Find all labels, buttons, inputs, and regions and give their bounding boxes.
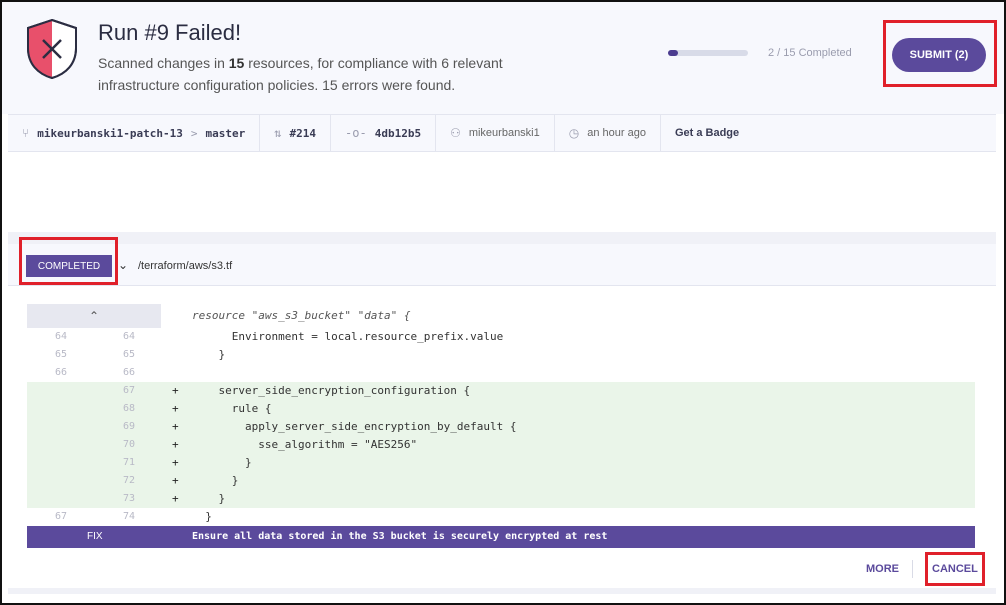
bottom-divider <box>8 588 996 594</box>
new-line-number: 70 <box>122 439 136 450</box>
fix-label[interactable]: FIX <box>87 531 103 542</box>
diff-row: 65 65 } <box>27 346 975 364</box>
pull-request-icon: ⇅ <box>274 126 282 140</box>
diff-marker: + <box>172 402 179 415</box>
progress-fill <box>668 50 679 56</box>
commit-info[interactable]: -o- 4db12b5 <box>331 115 437 151</box>
diff-row: 71 + } <box>27 454 975 472</box>
commit-hash: 4db12b5 <box>374 126 422 140</box>
chevron-up-icon: ⌃ <box>88 309 100 323</box>
diff-row: 67 + server_side_encryption_configuration… <box>27 382 975 400</box>
new-line-number: 74 <box>122 511 136 522</box>
code-line: } <box>192 348 226 361</box>
progress-bar <box>668 50 748 56</box>
code-line: } <box>192 510 212 523</box>
old-line-number: 65 <box>54 349 68 360</box>
run-meta-bar: ⑂ mikeurbanski1-patch-13 > master ⇅ #214… <box>8 114 996 152</box>
desc-prefix: Scanned changes in <box>98 55 229 71</box>
pull-request-info[interactable]: ⇅ #214 <box>260 115 332 151</box>
expand-up-button[interactable]: ⌃ <box>27 304 161 328</box>
commit-icon: -o- <box>345 126 367 140</box>
time-info: ◷ an hour ago <box>555 115 661 151</box>
code-line: server_side_encryption_configuration { <box>192 384 471 397</box>
run-header: Run #9 Failed! Scanned changes in 15 res… <box>2 2 1004 114</box>
file-path: /terraform/aws/s3.tf <box>138 260 233 272</box>
old-line-number: 67 <box>54 511 68 522</box>
cancel-button[interactable]: CANCEL <box>932 563 978 575</box>
branch-name: mikeurbanski1-patch-13 <box>37 126 183 140</box>
run-description: Scanned changes in 15 resources, for com… <box>98 52 538 96</box>
user-icon: ⚇ <box>450 126 461 140</box>
old-line-number: 66 <box>54 367 68 378</box>
resource-line: resource "aws_s3_bucket" "data" { <box>192 309 411 322</box>
time-ago: an hour ago <box>587 127 646 139</box>
code-line: sse_algorithm = "AES256" <box>192 438 418 451</box>
diff-row: 70 + sse_algorithm = "AES256" <box>27 436 975 454</box>
submit-button[interactable]: SUBMIT (2) <box>892 38 986 72</box>
section-gap <box>8 232 996 244</box>
new-line-number: 64 <box>122 331 136 342</box>
new-line-number: 66 <box>122 367 136 378</box>
old-line-number: 64 <box>54 331 68 342</box>
diff-row: 69 + apply_server_side_encryption_by_defa… <box>27 418 975 436</box>
git-branch-icon: ⑂ <box>22 126 30 140</box>
diff-marker: + <box>172 384 179 397</box>
code-line: } <box>192 456 252 469</box>
code-line: } <box>192 474 239 487</box>
diff-row: 64 64 Environment = local.resource_prefix… <box>27 328 975 346</box>
diff-row: 68 + rule { <box>27 400 975 418</box>
diff-row: 66 66 <box>27 364 975 382</box>
new-line-number: 69 <box>122 421 136 432</box>
new-line-number: 71 <box>122 457 136 468</box>
chevron-down-icon[interactable]: ⌄ <box>118 258 128 272</box>
fix-bar: FIX Ensure all data stored in the S3 buc… <box>27 526 975 548</box>
more-button[interactable]: MORE <box>866 563 899 575</box>
code-line: apply_server_side_encryption_by_default … <box>192 420 517 433</box>
code-line: } <box>192 492 226 505</box>
new-line-number: 67 <box>122 385 136 396</box>
diff-row: 67 74 } <box>27 508 975 526</box>
diff-marker: + <box>172 474 179 487</box>
diff-marker: + <box>172 438 179 451</box>
fix-description: Ensure all data stored in the S3 bucket … <box>192 531 608 542</box>
page-title: Run #9 Failed! <box>98 20 242 45</box>
clock-icon: ◷ <box>568 126 580 140</box>
user-info: ⚇ mikeurbanski1 <box>436 115 555 151</box>
action-divider <box>912 560 913 578</box>
blank-area <box>8 152 996 232</box>
branch-info[interactable]: ⑂ mikeurbanski1-patch-13 > master <box>8 115 261 151</box>
completed-badge[interactable]: COMPLETED <box>26 255 112 277</box>
diff-marker: + <box>172 420 179 433</box>
pr-number: #214 <box>289 126 317 140</box>
new-line-number: 65 <box>122 349 136 360</box>
diff-row: 72 + } <box>27 472 975 490</box>
base-branch: master <box>205 126 246 140</box>
resources-count: 15 <box>228 55 245 71</box>
new-line-number: 72 <box>122 475 136 486</box>
new-line-number: 73 <box>122 493 136 504</box>
username: mikeurbanski1 <box>468 127 540 139</box>
diff-marker: + <box>172 456 179 469</box>
diff-view: 64 64 Environment = local.resource_prefix… <box>27 328 975 526</box>
code-line: Environment = local.resource_prefix.valu… <box>192 330 504 343</box>
diff-marker: + <box>172 492 179 505</box>
progress-text: 2 / 15 Completed <box>768 47 852 59</box>
get-badge-link[interactable]: Get a Badge <box>661 115 753 151</box>
shield-x-icon <box>27 18 77 80</box>
diff-row: 73 + } <box>27 490 975 508</box>
code-line: rule { <box>192 402 272 415</box>
branch-separator: > <box>190 126 198 140</box>
new-line-number: 68 <box>122 403 136 414</box>
